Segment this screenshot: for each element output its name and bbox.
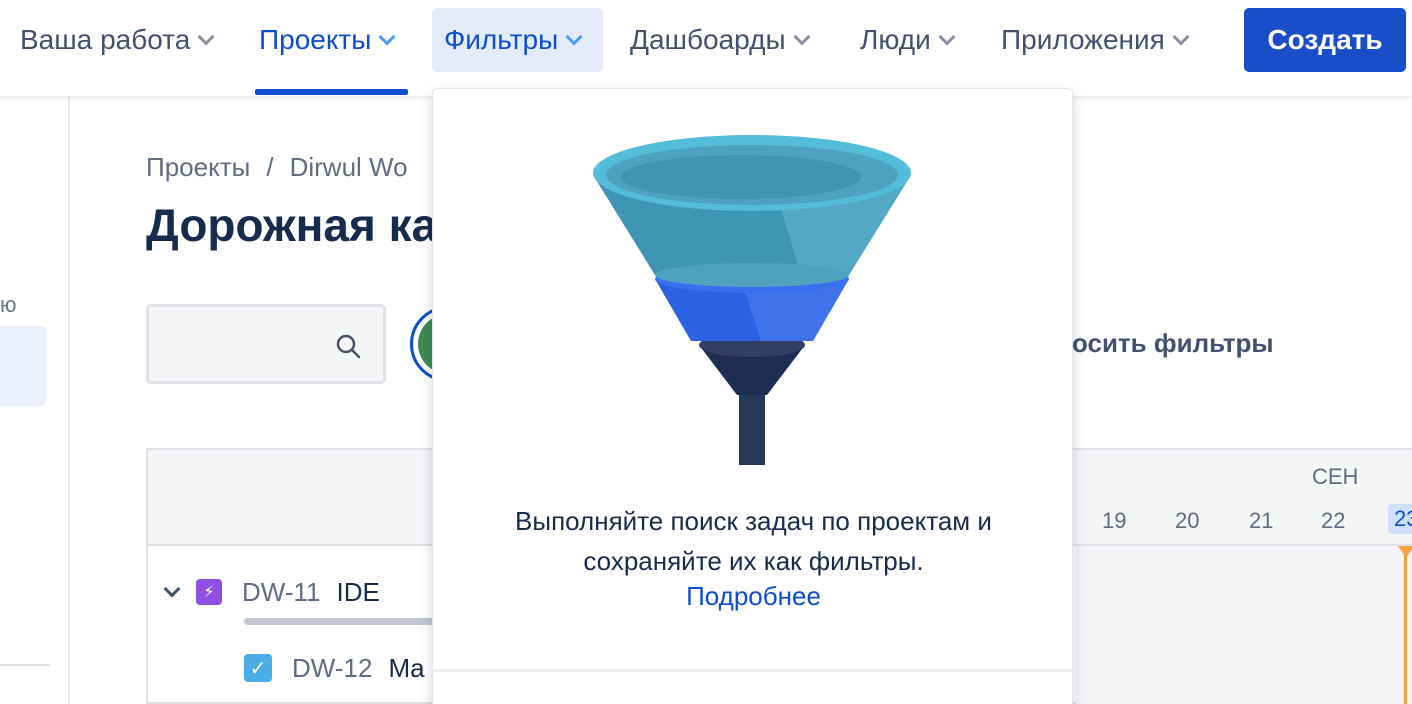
reset-filters-button[interactable]: бросить фильтры <box>1040 328 1274 359</box>
breadcrumb: Проекты / Dirwul Wo <box>146 152 408 183</box>
day-label: 21 <box>1249 508 1274 533</box>
nav-dashboards[interactable]: Дашбоарды <box>618 8 820 72</box>
nav-filters[interactable]: Фильтры <box>432 8 603 72</box>
chevron-down-icon <box>378 28 396 46</box>
chevron-down-icon <box>565 28 583 46</box>
nav-people-label: Люди <box>860 24 931 55</box>
nav-apps-label: Приложения <box>1001 24 1165 55</box>
sidebar-divider <box>0 664 50 666</box>
breadcrumb-separator: / <box>266 152 274 182</box>
funnel-icon <box>593 135 911 465</box>
issue-key[interactable]: DW-12 <box>292 653 372 684</box>
table-row[interactable]: ✓ DW-12 Ma <box>244 643 425 693</box>
breadcrumb-project[interactable]: Dirwul Wo <box>290 152 408 182</box>
nav-your-work-label: Ваша работа <box>20 24 191 55</box>
today-label: 23 <box>1388 504 1412 534</box>
issue-summary[interactable]: Ma <box>388 653 424 684</box>
chevron-down-icon <box>197 28 215 46</box>
nav-people[interactable]: Люди <box>848 8 965 72</box>
epic-progress-bar <box>244 618 444 625</box>
search-field[interactable] <box>146 304 386 384</box>
sidebar-item-selected[interactable] <box>0 326 46 406</box>
nav-filters-label: Фильтры <box>444 24 559 55</box>
nav-projects-label: Проекты <box>259 24 372 55</box>
nav-dashboards-label: Дашбоарды <box>630 24 786 55</box>
day-label: 20 <box>1175 508 1200 533</box>
issue-key[interactable]: DW-11 <box>242 577 321 608</box>
chevron-down-icon[interactable] <box>163 580 181 598</box>
chevron-down-icon <box>1172 28 1190 46</box>
top-navigation: Ваша работа Проекты Фильтры Дашбоарды Лю… <box>0 0 1412 96</box>
dropdown-divider <box>433 669 1074 672</box>
create-button[interactable]: Создать <box>1244 8 1406 72</box>
month-label: СЕН <box>1312 464 1359 489</box>
dropdown-description-line: сохраняйте их как фильтры. <box>583 546 924 576</box>
active-tab-indicator <box>255 89 408 95</box>
today-line <box>1404 546 1407 704</box>
nav-apps[interactable]: Приложения <box>989 8 1199 72</box>
breadcrumb-projects[interactable]: Проекты <box>146 152 250 182</box>
issue-summary[interactable]: IDE <box>337 577 380 608</box>
chevron-down-icon <box>793 28 811 46</box>
timeline-area <box>1076 546 1412 704</box>
page-title: Дорожная ка <box>146 199 438 251</box>
task-icon: ✓ <box>244 654 272 682</box>
search-input[interactable] <box>159 327 329 361</box>
dropdown-description: Выполняйте поиск задач по проектам и сох… <box>433 501 1074 581</box>
search-icon <box>336 334 361 359</box>
day-label: 22 <box>1321 508 1346 533</box>
sidebar-item-label[interactable]: ю <box>0 292 17 318</box>
learn-more-link[interactable]: Подробнее <box>433 581 1074 612</box>
filters-dropdown: Выполняйте поиск задач по проектам и сох… <box>432 88 1074 704</box>
table-row[interactable]: ⚡ DW-11 IDE <box>148 567 380 617</box>
dropdown-description-line: Выполняйте поиск задач по проектам и <box>515 506 992 536</box>
project-sidebar: ю <box>0 96 70 704</box>
day-label: 19 <box>1102 508 1127 533</box>
epic-icon: ⚡ <box>196 579 222 605</box>
nav-your-work[interactable]: Ваша работа <box>8 8 224 72</box>
chevron-down-icon <box>938 28 956 46</box>
nav-projects[interactable]: Проекты <box>247 8 405 72</box>
today-marker <box>1398 546 1412 558</box>
